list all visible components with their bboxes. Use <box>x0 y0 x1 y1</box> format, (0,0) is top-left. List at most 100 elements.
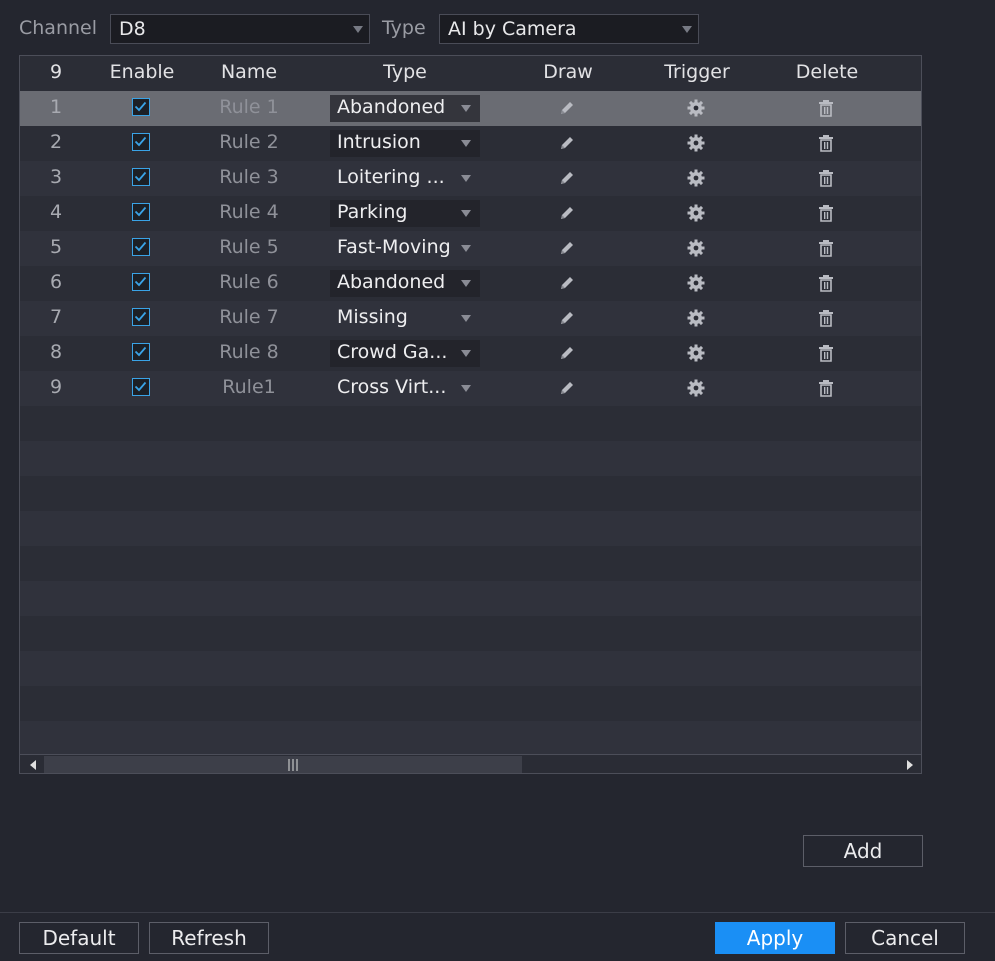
trash-icon[interactable] <box>818 239 834 262</box>
gear-icon[interactable] <box>687 134 705 157</box>
rule-type-value: Crowd Ga... <box>337 341 448 363</box>
apply-button[interactable]: Apply <box>715 922 835 954</box>
enable-checkbox[interactable] <box>132 343 150 361</box>
header-draw: Draw <box>543 61 593 83</box>
trash-icon[interactable] <box>818 169 834 192</box>
chevron-down-icon <box>461 105 471 112</box>
table-row[interactable]: 9 Rule1 Cross Virt... <box>20 371 921 406</box>
trash-icon[interactable] <box>818 309 834 332</box>
enable-checkbox[interactable] <box>132 203 150 221</box>
table-row[interactable]: 7 Rule 7 Missing <box>20 301 921 336</box>
gear-icon[interactable] <box>687 344 705 367</box>
rule-type-value: Abandoned <box>337 96 446 118</box>
enable-checkbox[interactable] <box>132 238 150 256</box>
trash-icon[interactable] <box>818 274 834 297</box>
gear-icon[interactable] <box>687 169 705 192</box>
table-row[interactable]: 2 Rule 2 Intrusion <box>20 126 921 161</box>
grip-icon <box>288 759 298 771</box>
table-row[interactable]: 8 Rule 8 Crowd Ga... <box>20 336 921 371</box>
rule-name: Rule 2 <box>219 131 279 153</box>
chevron-down-icon <box>461 315 471 322</box>
gear-icon[interactable] <box>687 204 705 227</box>
table-row[interactable]: 5 Rule 5 Fast-Moving <box>20 231 921 266</box>
gear-icon[interactable] <box>687 99 705 122</box>
header-delete: Delete <box>795 61 859 83</box>
rule-name: Rule 6 <box>219 271 279 293</box>
horizontal-scrollbar[interactable] <box>20 754 921 773</box>
rules-table: 9 Enable Name Type Draw Trigger Delete 1… <box>19 55 922 774</box>
table-row[interactable]: 6 Rule 6 Abandoned <box>20 266 921 301</box>
enable-checkbox[interactable] <box>132 98 150 116</box>
trash-icon[interactable] <box>818 99 834 122</box>
empty-row <box>20 651 921 686</box>
empty-row <box>20 476 921 511</box>
empty-row <box>20 686 921 721</box>
header-name: Name <box>220 61 278 83</box>
scroll-left-arrow-icon[interactable] <box>30 760 36 770</box>
gear-icon[interactable] <box>687 239 705 262</box>
enable-checkbox[interactable] <box>132 133 150 151</box>
type-value: AI by Camera <box>448 18 577 40</box>
trash-icon[interactable] <box>818 379 834 402</box>
channel-value: D8 <box>119 18 146 40</box>
pencil-icon[interactable] <box>558 239 576 262</box>
pencil-icon[interactable] <box>558 309 576 332</box>
channel-select[interactable]: D8 <box>110 14 370 44</box>
gear-icon[interactable] <box>687 379 705 402</box>
table-header: 9 Enable Name Type Draw Trigger Delete <box>20 56 921 90</box>
empty-row <box>20 441 921 476</box>
row-number: 8 <box>49 341 63 363</box>
empty-row <box>20 406 921 441</box>
pencil-icon[interactable] <box>558 204 576 227</box>
rule-type-select[interactable]: Cross Virt... <box>330 375 480 402</box>
empty-row <box>20 511 921 546</box>
rule-type-select[interactable]: Intrusion <box>330 130 480 157</box>
scrollbar-thumb[interactable] <box>44 756 522 773</box>
row-number: 6 <box>49 271 63 293</box>
rule-type-value: Cross Virt... <box>337 376 447 398</box>
chevron-down-icon <box>353 26 363 33</box>
rule-type-select[interactable]: Fast-Moving <box>330 235 480 262</box>
gear-icon[interactable] <box>687 274 705 297</box>
enable-checkbox[interactable] <box>132 308 150 326</box>
pencil-icon[interactable] <box>558 134 576 157</box>
rule-type-value: Parking <box>337 201 408 223</box>
trash-icon[interactable] <box>818 134 834 157</box>
pencil-icon[interactable] <box>558 344 576 367</box>
rule-type-select[interactable]: Crowd Ga... <box>330 340 480 367</box>
chevron-down-icon <box>461 175 471 182</box>
add-button[interactable]: Add <box>803 835 923 867</box>
rule-type-select[interactable]: Abandoned <box>330 270 480 297</box>
cancel-button[interactable]: Cancel <box>845 922 965 954</box>
row-number: 3 <box>49 166 63 188</box>
rule-name: Rule 3 <box>219 166 279 188</box>
row-number: 7 <box>49 306 63 328</box>
refresh-button[interactable]: Refresh <box>149 922 269 954</box>
pencil-icon[interactable] <box>558 169 576 192</box>
default-button[interactable]: Default <box>19 922 139 954</box>
table-row[interactable]: 4 Rule 4 Parking <box>20 196 921 231</box>
pencil-icon[interactable] <box>558 379 576 402</box>
table-row[interactable]: 1 Rule 1 Abandoned <box>20 91 921 126</box>
rule-type-select[interactable]: Abandoned <box>330 95 480 122</box>
chevron-down-icon <box>461 140 471 147</box>
rule-type-select[interactable]: Parking <box>330 200 480 227</box>
chevron-down-icon <box>461 210 471 217</box>
header-enable: Enable <box>109 61 175 83</box>
rule-name: Rule 7 <box>219 306 279 328</box>
pencil-icon[interactable] <box>558 274 576 297</box>
empty-row <box>20 546 921 581</box>
type-select[interactable]: AI by Camera <box>439 14 699 44</box>
gear-icon[interactable] <box>687 309 705 332</box>
pencil-icon[interactable] <box>558 99 576 122</box>
enable-checkbox[interactable] <box>132 378 150 396</box>
rule-type-select[interactable]: Loitering ... <box>330 165 480 192</box>
table-row[interactable]: 3 Rule 3 Loitering ... <box>20 161 921 196</box>
scroll-right-arrow-icon[interactable] <box>907 760 913 770</box>
trash-icon[interactable] <box>818 204 834 227</box>
enable-checkbox[interactable] <box>132 168 150 186</box>
enable-checkbox[interactable] <box>132 273 150 291</box>
rule-type-select[interactable]: Missing <box>330 305 480 332</box>
trash-icon[interactable] <box>818 344 834 367</box>
rule-name: Rule 1 <box>219 96 279 118</box>
